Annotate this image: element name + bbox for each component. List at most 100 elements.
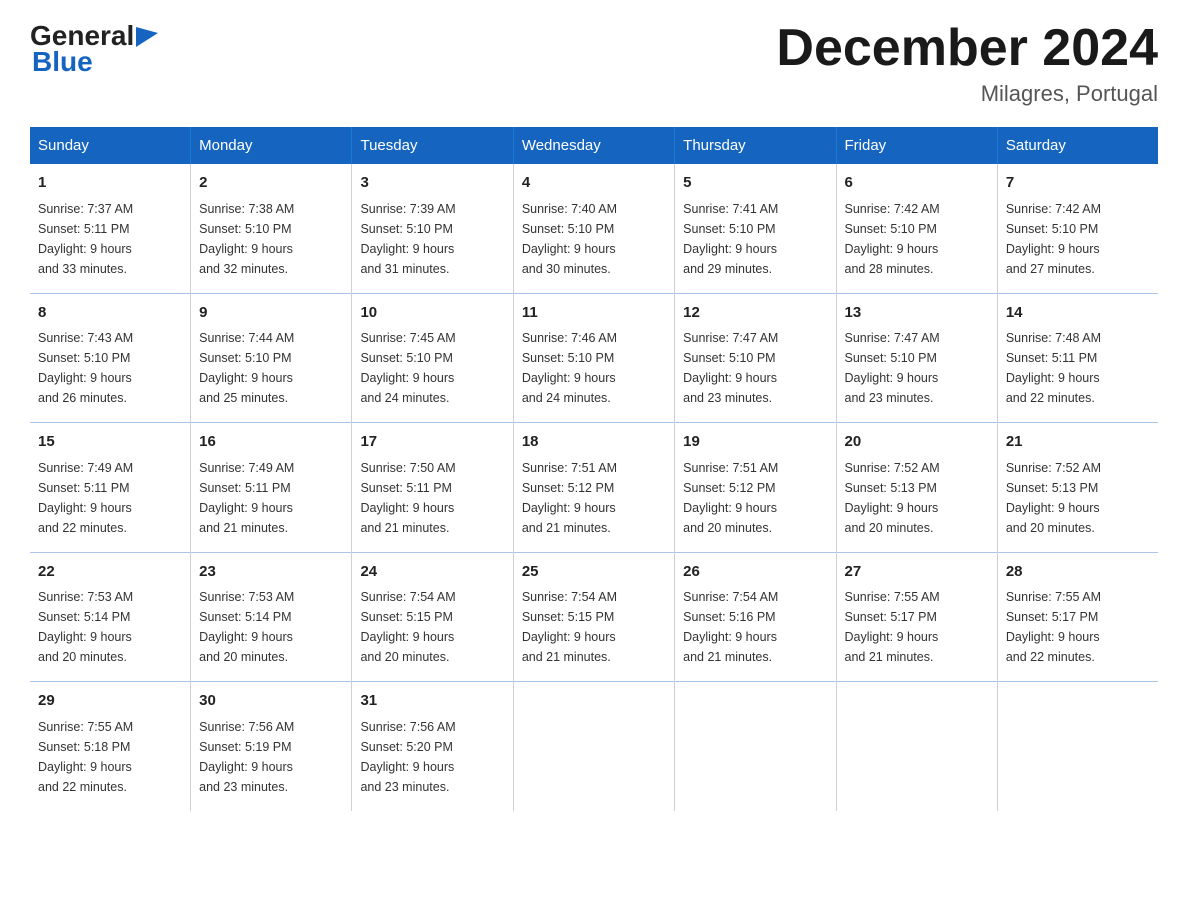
day-number: 30 xyxy=(199,690,343,713)
week-row-1: 1 Sunrise: 7:37 AM Sunset: 5:11 PM Dayli… xyxy=(30,164,1158,293)
calendar-cell: 5 Sunrise: 7:41 AM Sunset: 5:10 PM Dayli… xyxy=(675,164,836,293)
calendar-cell: 17 Sunrise: 7:50 AM Sunset: 5:11 PM Dayl… xyxy=(352,423,513,553)
day-info: Sunrise: 7:42 AM Sunset: 5:10 PM Dayligh… xyxy=(845,199,989,279)
header-saturday: Saturday xyxy=(997,127,1158,164)
day-info: Sunrise: 7:56 AM Sunset: 5:20 PM Dayligh… xyxy=(360,717,504,797)
day-info: Sunrise: 7:45 AM Sunset: 5:10 PM Dayligh… xyxy=(360,328,504,408)
day-number: 10 xyxy=(360,302,504,325)
day-number: 26 xyxy=(683,561,827,584)
week-row-4: 22 Sunrise: 7:53 AM Sunset: 5:14 PM Dayl… xyxy=(30,552,1158,682)
header-tuesday: Tuesday xyxy=(352,127,513,164)
day-number: 13 xyxy=(845,302,989,325)
day-info: Sunrise: 7:54 AM Sunset: 5:16 PM Dayligh… xyxy=(683,587,827,667)
day-info: Sunrise: 7:55 AM Sunset: 5:18 PM Dayligh… xyxy=(38,717,182,797)
days-of-week-row: SundayMondayTuesdayWednesdayThursdayFrid… xyxy=(30,127,1158,164)
day-number: 20 xyxy=(845,431,989,454)
day-info: Sunrise: 7:53 AM Sunset: 5:14 PM Dayligh… xyxy=(199,587,343,667)
day-number: 16 xyxy=(199,431,343,454)
calendar-cell: 29 Sunrise: 7:55 AM Sunset: 5:18 PM Dayl… xyxy=(30,682,191,811)
day-info: Sunrise: 7:54 AM Sunset: 5:15 PM Dayligh… xyxy=(360,587,504,667)
calendar-cell: 23 Sunrise: 7:53 AM Sunset: 5:14 PM Dayl… xyxy=(191,552,352,682)
calendar-cell: 15 Sunrise: 7:49 AM Sunset: 5:11 PM Dayl… xyxy=(30,423,191,553)
day-info: Sunrise: 7:39 AM Sunset: 5:10 PM Dayligh… xyxy=(360,199,504,279)
calendar-cell: 27 Sunrise: 7:55 AM Sunset: 5:17 PM Dayl… xyxy=(836,552,997,682)
day-number: 6 xyxy=(845,172,989,195)
day-info: Sunrise: 7:40 AM Sunset: 5:10 PM Dayligh… xyxy=(522,199,666,279)
calendar-cell: 16 Sunrise: 7:49 AM Sunset: 5:11 PM Dayl… xyxy=(191,423,352,553)
day-info: Sunrise: 7:44 AM Sunset: 5:10 PM Dayligh… xyxy=(199,328,343,408)
calendar-cell: 22 Sunrise: 7:53 AM Sunset: 5:14 PM Dayl… xyxy=(30,552,191,682)
page-header: General Blue December 2024 Milagres, Por… xyxy=(30,20,1158,107)
day-number: 18 xyxy=(522,431,666,454)
day-number: 14 xyxy=(1006,302,1150,325)
day-info: Sunrise: 7:38 AM Sunset: 5:10 PM Dayligh… xyxy=(199,199,343,279)
day-number: 31 xyxy=(360,690,504,713)
day-number: 4 xyxy=(522,172,666,195)
day-number: 12 xyxy=(683,302,827,325)
calendar-cell: 7 Sunrise: 7:42 AM Sunset: 5:10 PM Dayli… xyxy=(997,164,1158,293)
day-number: 3 xyxy=(360,172,504,195)
day-number: 15 xyxy=(38,431,182,454)
calendar-header: SundayMondayTuesdayWednesdayThursdayFrid… xyxy=(30,127,1158,164)
logo-blue: Blue xyxy=(32,46,93,78)
calendar-cell: 19 Sunrise: 7:51 AM Sunset: 5:12 PM Dayl… xyxy=(675,423,836,553)
week-row-2: 8 Sunrise: 7:43 AM Sunset: 5:10 PM Dayli… xyxy=(30,293,1158,423)
day-info: Sunrise: 7:55 AM Sunset: 5:17 PM Dayligh… xyxy=(1006,587,1150,667)
calendar-cell: 21 Sunrise: 7:52 AM Sunset: 5:13 PM Dayl… xyxy=(997,423,1158,553)
title-block: December 2024 Milagres, Portugal xyxy=(776,20,1158,107)
day-number: 19 xyxy=(683,431,827,454)
day-info: Sunrise: 7:56 AM Sunset: 5:19 PM Dayligh… xyxy=(199,717,343,797)
calendar-cell: 8 Sunrise: 7:43 AM Sunset: 5:10 PM Dayli… xyxy=(30,293,191,423)
calendar-cell: 24 Sunrise: 7:54 AM Sunset: 5:15 PM Dayl… xyxy=(352,552,513,682)
calendar-cell: 10 Sunrise: 7:45 AM Sunset: 5:10 PM Dayl… xyxy=(352,293,513,423)
day-number: 8 xyxy=(38,302,182,325)
day-info: Sunrise: 7:42 AM Sunset: 5:10 PM Dayligh… xyxy=(1006,199,1150,279)
calendar-cell: 3 Sunrise: 7:39 AM Sunset: 5:10 PM Dayli… xyxy=(352,164,513,293)
day-info: Sunrise: 7:41 AM Sunset: 5:10 PM Dayligh… xyxy=(683,199,827,279)
day-number: 9 xyxy=(199,302,343,325)
day-number: 5 xyxy=(683,172,827,195)
header-friday: Friday xyxy=(836,127,997,164)
calendar-cell: 4 Sunrise: 7:40 AM Sunset: 5:10 PM Dayli… xyxy=(513,164,674,293)
calendar-cell: 30 Sunrise: 7:56 AM Sunset: 5:19 PM Dayl… xyxy=(191,682,352,811)
calendar-table: SundayMondayTuesdayWednesdayThursdayFrid… xyxy=(30,127,1158,811)
day-info: Sunrise: 7:55 AM Sunset: 5:17 PM Dayligh… xyxy=(845,587,989,667)
day-info: Sunrise: 7:51 AM Sunset: 5:12 PM Dayligh… xyxy=(522,458,666,538)
day-info: Sunrise: 7:47 AM Sunset: 5:10 PM Dayligh… xyxy=(683,328,827,408)
day-number: 22 xyxy=(38,561,182,584)
calendar-cell: 2 Sunrise: 7:38 AM Sunset: 5:10 PM Dayli… xyxy=(191,164,352,293)
header-monday: Monday xyxy=(191,127,352,164)
calendar-cell: 26 Sunrise: 7:54 AM Sunset: 5:16 PM Dayl… xyxy=(675,552,836,682)
day-number: 17 xyxy=(360,431,504,454)
day-info: Sunrise: 7:51 AM Sunset: 5:12 PM Dayligh… xyxy=(683,458,827,538)
day-info: Sunrise: 7:47 AM Sunset: 5:10 PM Dayligh… xyxy=(845,328,989,408)
calendar-cell: 14 Sunrise: 7:48 AM Sunset: 5:11 PM Dayl… xyxy=(997,293,1158,423)
logo: General Blue xyxy=(30,20,158,78)
day-number: 28 xyxy=(1006,561,1150,584)
calendar-cell: 25 Sunrise: 7:54 AM Sunset: 5:15 PM Dayl… xyxy=(513,552,674,682)
calendar-cell: 11 Sunrise: 7:46 AM Sunset: 5:10 PM Dayl… xyxy=(513,293,674,423)
calendar-body: 1 Sunrise: 7:37 AM Sunset: 5:11 PM Dayli… xyxy=(30,164,1158,811)
calendar-cell xyxy=(997,682,1158,811)
calendar-cell: 13 Sunrise: 7:47 AM Sunset: 5:10 PM Dayl… xyxy=(836,293,997,423)
day-number: 7 xyxy=(1006,172,1150,195)
day-info: Sunrise: 7:48 AM Sunset: 5:11 PM Dayligh… xyxy=(1006,328,1150,408)
calendar-cell: 1 Sunrise: 7:37 AM Sunset: 5:11 PM Dayli… xyxy=(30,164,191,293)
logo-triangle-icon xyxy=(136,27,158,47)
header-wednesday: Wednesday xyxy=(513,127,674,164)
day-info: Sunrise: 7:50 AM Sunset: 5:11 PM Dayligh… xyxy=(360,458,504,538)
header-thursday: Thursday xyxy=(675,127,836,164)
calendar-cell: 20 Sunrise: 7:52 AM Sunset: 5:13 PM Dayl… xyxy=(836,423,997,553)
calendar-cell: 9 Sunrise: 7:44 AM Sunset: 5:10 PM Dayli… xyxy=(191,293,352,423)
day-info: Sunrise: 7:49 AM Sunset: 5:11 PM Dayligh… xyxy=(199,458,343,538)
day-info: Sunrise: 7:53 AM Sunset: 5:14 PM Dayligh… xyxy=(38,587,182,667)
day-number: 27 xyxy=(845,561,989,584)
day-info: Sunrise: 7:52 AM Sunset: 5:13 PM Dayligh… xyxy=(1006,458,1150,538)
day-info: Sunrise: 7:46 AM Sunset: 5:10 PM Dayligh… xyxy=(522,328,666,408)
week-row-5: 29 Sunrise: 7:55 AM Sunset: 5:18 PM Dayl… xyxy=(30,682,1158,811)
week-row-3: 15 Sunrise: 7:49 AM Sunset: 5:11 PM Dayl… xyxy=(30,423,1158,553)
day-info: Sunrise: 7:43 AM Sunset: 5:10 PM Dayligh… xyxy=(38,328,182,408)
calendar-subtitle: Milagres, Portugal xyxy=(776,81,1158,107)
calendar-cell xyxy=(836,682,997,811)
calendar-cell xyxy=(513,682,674,811)
